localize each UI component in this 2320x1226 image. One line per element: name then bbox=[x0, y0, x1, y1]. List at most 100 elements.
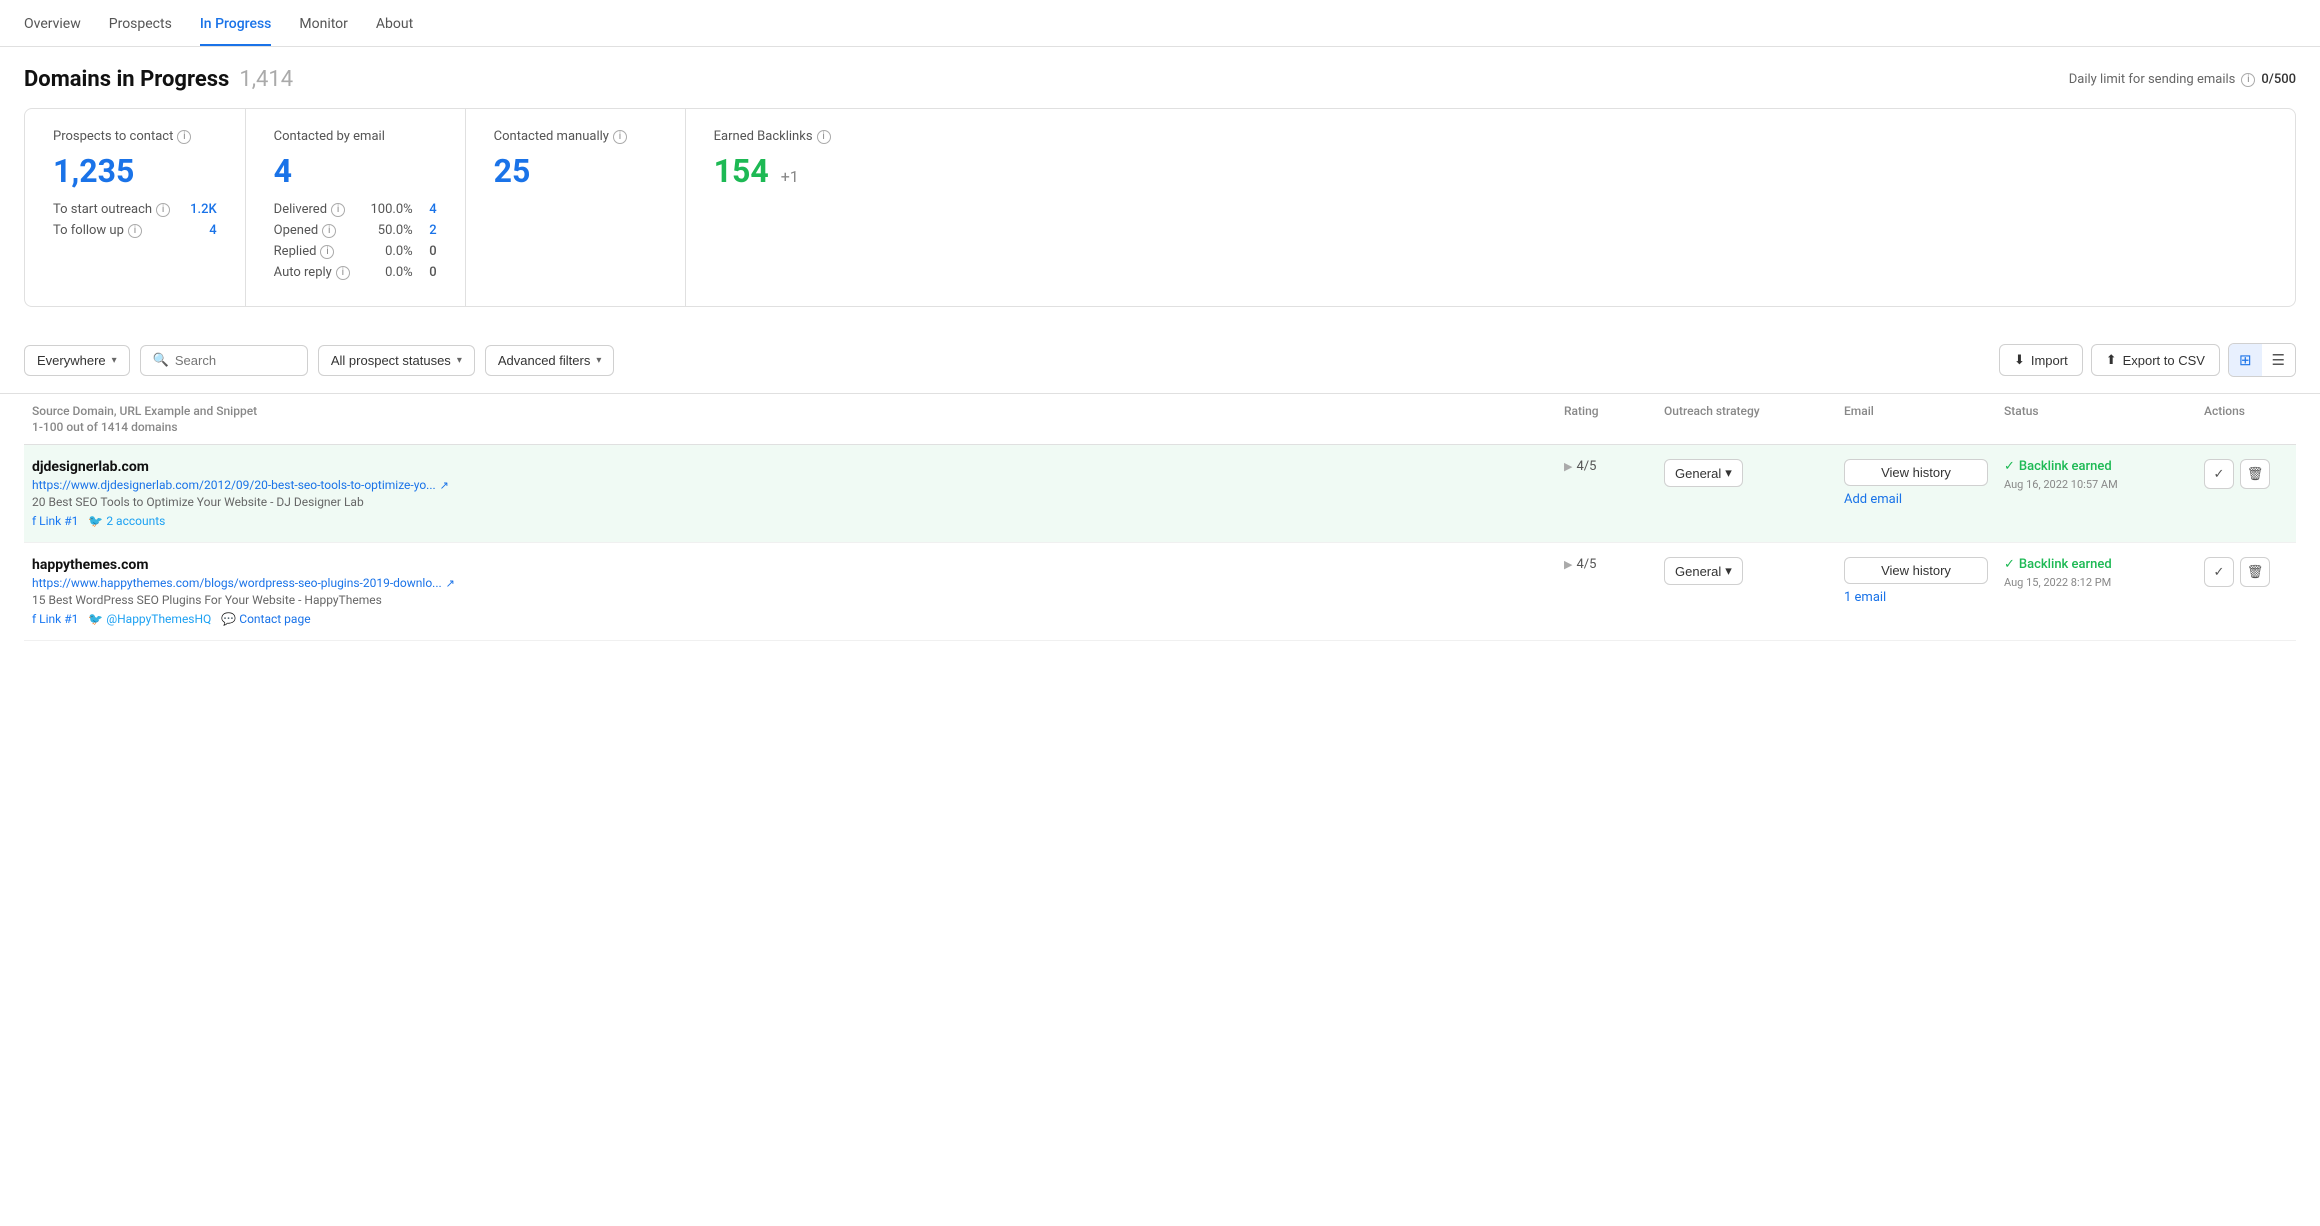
email-value: 4 bbox=[274, 152, 437, 190]
page-title: Domains in Progress bbox=[24, 67, 229, 92]
col-rating: Rating bbox=[1556, 404, 1656, 434]
rating-cell-1: ▶ 4/5 bbox=[1556, 459, 1656, 474]
col-actions: Actions bbox=[2196, 404, 2296, 434]
table-row: happythemes.com https://www.happythemes.… bbox=[24, 543, 2296, 641]
check-action-button-1[interactable]: ✓ bbox=[2204, 459, 2234, 489]
email-cell-2: View history 1 email bbox=[1836, 557, 1996, 605]
domain-count-badge: 1,414 bbox=[239, 67, 293, 92]
stats-panel: Prospects to contact i 1,235 To start ou… bbox=[24, 108, 2296, 307]
search-input[interactable] bbox=[175, 353, 295, 368]
add-email-link-1[interactable]: Add email bbox=[1844, 492, 1988, 507]
page-header: Domains in Progress 1,414 Daily limit fo… bbox=[0, 47, 2320, 108]
strategy-dropdown-2[interactable]: General ▾ bbox=[1664, 557, 1743, 585]
replied-row: Replied i 0.0% 0 bbox=[274, 244, 437, 259]
domain-url-link-1[interactable]: https://www.djdesignerlab.com/2012/09/20… bbox=[32, 478, 436, 492]
status-filter[interactable]: All prospect statuses ▾ bbox=[318, 345, 475, 376]
delivered-info-icon[interactable]: i bbox=[331, 203, 345, 217]
check-action-button-2[interactable]: ✓ bbox=[2204, 557, 2234, 587]
checkmark-icon-2: ✓ bbox=[2004, 557, 2015, 572]
strategy-chevron-icon-1: ▾ bbox=[1725, 465, 1732, 481]
stats-prospects: Prospects to contact i 1,235 To start ou… bbox=[25, 109, 246, 306]
export-csv-button[interactable]: ⬆ Export to CSV bbox=[2091, 344, 2220, 376]
message-icon-2: 💬 bbox=[221, 612, 236, 626]
actions-cell-1: ✓ 🗑 bbox=[2196, 459, 2296, 489]
prospects-info-icon[interactable]: i bbox=[177, 130, 191, 144]
actions-cell-2: ✓ 🗑 bbox=[2196, 557, 2296, 587]
daily-limit-label: Daily limit for sending emails bbox=[2069, 72, 2236, 87]
grid-view-button[interactable]: ⊞ bbox=[2229, 344, 2262, 376]
view-toggle: ⊞ ☰ bbox=[2228, 343, 2296, 377]
twitter-icon-1: 🐦 bbox=[88, 514, 103, 528]
list-view-button[interactable]: ☰ bbox=[2262, 344, 2295, 376]
strategy-cell-2: General ▾ bbox=[1656, 557, 1836, 585]
facebook-icon-2: f bbox=[32, 612, 36, 626]
domain-url-link-2[interactable]: https://www.happythemes.com/blogs/wordpr… bbox=[32, 576, 442, 590]
status-cell-1: ✓ Backlink earned Aug 16, 2022 10:57 AM bbox=[1996, 459, 2196, 491]
source-cell-2: happythemes.com https://www.happythemes.… bbox=[24, 557, 1556, 626]
advanced-filters[interactable]: Advanced filters ▾ bbox=[485, 345, 615, 376]
toolbar: Everywhere ▾ 🔍 All prospect statuses ▾ A… bbox=[0, 327, 2320, 394]
table-header: Source Domain, URL Example and Snippet 1… bbox=[24, 394, 2296, 445]
import-icon: ⬇ bbox=[2014, 352, 2025, 368]
tw-link-1[interactable]: 🐦 2 accounts bbox=[88, 514, 165, 528]
opened-row: Opened i 50.0% 2 bbox=[274, 223, 437, 238]
start-outreach-info-icon[interactable]: i bbox=[156, 203, 170, 217]
follow-up-row: To follow up i 4 bbox=[53, 223, 217, 238]
delete-action-button-2[interactable]: 🗑 bbox=[2240, 557, 2270, 587]
manual-value: 25 bbox=[494, 152, 657, 190]
col-email: Email bbox=[1836, 404, 1996, 434]
search-icon: 🔍 bbox=[153, 353, 169, 368]
fb-link-1[interactable]: f Link #1 bbox=[32, 514, 78, 528]
status-chevron-icon: ▾ bbox=[457, 355, 462, 366]
replied-info-icon[interactable]: i bbox=[320, 245, 334, 259]
strategy-cell-1: General ▾ bbox=[1656, 459, 1836, 487]
strategy-dropdown-1[interactable]: General ▾ bbox=[1664, 459, 1743, 487]
external-link-icon-2: ↗ bbox=[446, 577, 455, 590]
table-row: djdesignerlab.com https://www.djdesigner… bbox=[24, 445, 2296, 543]
fb-link-2[interactable]: f Link #1 bbox=[32, 612, 78, 626]
nav-item-prospects[interactable]: Prospects bbox=[109, 16, 172, 46]
external-link-icon-1: ↗ bbox=[440, 479, 449, 492]
prospects-value: 1,235 bbox=[53, 152, 217, 190]
nav-item-in-progress[interactable]: In Progress bbox=[200, 16, 272, 46]
facebook-icon-1: f bbox=[32, 514, 36, 528]
email-cell-1: View history Add email bbox=[1836, 459, 1996, 507]
view-history-button-2[interactable]: View history bbox=[1844, 557, 1988, 584]
import-button[interactable]: ⬇ Import bbox=[1999, 344, 2083, 376]
manual-label: Contacted manually i bbox=[494, 129, 657, 144]
rating-arrow-icon-1: ▶ bbox=[1564, 460, 1572, 473]
one-email-link-2[interactable]: 1 email bbox=[1844, 590, 1988, 605]
daily-limit-info-icon[interactable]: i bbox=[2241, 73, 2255, 87]
nav-item-overview[interactable]: Overview bbox=[24, 16, 81, 46]
export-icon: ⬆ bbox=[2106, 352, 2117, 368]
autoreply-row: Auto reply i 0.0% 0 bbox=[274, 265, 437, 280]
start-outreach-row: To start outreach i 1.2K bbox=[53, 202, 217, 217]
top-nav: Overview Prospects In Progress Monitor About bbox=[0, 0, 2320, 47]
table-container: Source Domain, URL Example and Snippet 1… bbox=[0, 394, 2320, 641]
daily-limit-value: 0/500 bbox=[2261, 72, 2296, 87]
autoreply-info-icon[interactable]: i bbox=[336, 266, 350, 280]
strategy-chevron-icon-2: ▾ bbox=[1725, 563, 1732, 579]
stats-backlinks: Earned Backlinks i 154 +1 bbox=[686, 109, 906, 306]
delivered-row: Delivered i 100.0% 4 bbox=[274, 202, 437, 217]
checkmark-icon-1: ✓ bbox=[2004, 459, 2015, 474]
follow-up-info-icon[interactable]: i bbox=[128, 224, 142, 238]
contact-link-2[interactable]: 💬 Contact page bbox=[221, 612, 310, 626]
stats-email: Contacted by email 4 Delivered i 100.0% … bbox=[246, 109, 466, 306]
col-source: Source Domain, URL Example and Snippet 1… bbox=[24, 404, 1556, 434]
status-earned-2: ✓ Backlink earned bbox=[2004, 557, 2188, 572]
twitter-icon-2: 🐦 bbox=[88, 612, 103, 626]
tw-link-2[interactable]: 🐦 @HappyThemesHQ bbox=[88, 612, 211, 626]
view-history-button-1[interactable]: View history bbox=[1844, 459, 1988, 486]
backlinks-value: 154 +1 bbox=[714, 152, 878, 190]
location-filter[interactable]: Everywhere ▾ bbox=[24, 345, 130, 376]
source-cell-1: djdesignerlab.com https://www.djdesigner… bbox=[24, 459, 1556, 528]
opened-info-icon[interactable]: i bbox=[322, 224, 336, 238]
nav-item-about[interactable]: About bbox=[376, 16, 413, 46]
manual-info-icon[interactable]: i bbox=[613, 130, 627, 144]
status-cell-2: ✓ Backlink earned Aug 15, 2022 8:12 PM bbox=[1996, 557, 2196, 589]
backlinks-info-icon[interactable]: i bbox=[817, 130, 831, 144]
nav-item-monitor[interactable]: Monitor bbox=[299, 16, 348, 46]
delete-action-button-1[interactable]: 🗑 bbox=[2240, 459, 2270, 489]
rating-arrow-icon-2: ▶ bbox=[1564, 558, 1572, 571]
